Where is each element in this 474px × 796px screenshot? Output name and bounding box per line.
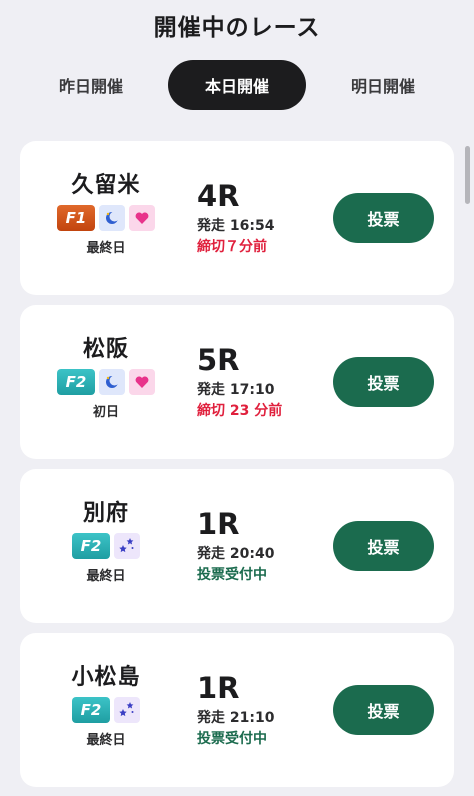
deadline-status: 締切７分前 — [197, 239, 267, 255]
race-card: 小松島 F2 最終日 1R 発走 21:10 投票受付中 投票 — [20, 633, 454, 787]
day-label: 最終日 — [86, 733, 126, 748]
start-time: 発走 16:54 — [197, 218, 275, 234]
heart-icon — [129, 369, 155, 395]
race-number: 1R — [197, 507, 240, 541]
vote-button[interactable]: 投票 — [333, 357, 434, 407]
night-stars-icon — [114, 697, 140, 723]
venue-name: 小松島 — [71, 665, 141, 690]
day-tabs: 昨日開催 本日開催 明日開催 — [22, 60, 452, 110]
venue-info: 松阪 F2 初日 — [54, 337, 158, 420]
race-card: 松阪 F2 初日 5R 発走 17:10 締切 23 分前 投票 — [20, 305, 454, 459]
deadline-status: 締切 23 分前 — [197, 403, 283, 419]
day-label: 最終日 — [86, 569, 126, 584]
moon-sun-icon — [99, 205, 125, 231]
venue-name: 久留米 — [71, 173, 141, 198]
night-stars-icon — [114, 533, 140, 559]
race-card: 別府 F2 最終日 1R 発走 20:40 投票受付中 投票 — [20, 469, 454, 623]
moon-sun-icon — [99, 369, 125, 395]
start-time: 発走 17:10 — [197, 382, 275, 398]
day-label: 最終日 — [86, 241, 126, 256]
tab-yesterday[interactable]: 昨日開催 — [22, 60, 160, 110]
venue-info: 別府 F2 最終日 — [54, 501, 158, 584]
tab-tomorrow[interactable]: 明日開催 — [314, 60, 452, 110]
race-number: 4R — [197, 179, 240, 213]
vote-open-status: 投票受付中 — [197, 567, 267, 583]
start-time: 発走 21:10 — [197, 710, 275, 726]
tab-today[interactable]: 本日開催 — [168, 60, 306, 110]
venue-info: 久留米 F1 最終日 — [54, 173, 158, 256]
race-info: 1R 発走 20:40 投票受付中 — [197, 507, 274, 584]
start-time: 発走 20:40 — [197, 546, 275, 562]
day-label: 初日 — [92, 405, 119, 420]
race-info: 5R 発走 17:10 締切 23 分前 — [197, 343, 282, 420]
grade-badge: F1 — [57, 205, 95, 231]
page-title: 開催中のレース — [153, 15, 321, 41]
badge-row: F2 — [72, 533, 140, 559]
vote-button[interactable]: 投票 — [333, 521, 434, 571]
race-number: 1R — [197, 671, 240, 705]
venue-name: 松阪 — [82, 337, 129, 362]
vote-button[interactable]: 投票 — [333, 685, 434, 735]
grade-badge: F2 — [57, 369, 95, 395]
badge-row: F1 — [57, 205, 155, 231]
grade-badge: F2 — [72, 533, 110, 559]
vote-open-status: 投票受付中 — [197, 731, 267, 747]
vote-button[interactable]: 投票 — [333, 193, 434, 243]
race-info: 1R 発走 21:10 投票受付中 — [197, 671, 274, 748]
heart-icon — [129, 205, 155, 231]
scrollbar[interactable] — [465, 146, 470, 204]
grade-badge: F2 — [72, 697, 110, 723]
race-number: 5R — [197, 343, 240, 377]
race-card: 久留米 F1 最終日 4R 発走 16:54 締切７分前 投票 — [20, 141, 454, 295]
venue-name: 別府 — [82, 501, 129, 526]
badge-row: F2 — [57, 369, 155, 395]
badge-row: F2 — [72, 697, 140, 723]
venue-info: 小松島 F2 最終日 — [54, 665, 158, 748]
race-info: 4R 発走 16:54 締切７分前 — [197, 179, 274, 256]
